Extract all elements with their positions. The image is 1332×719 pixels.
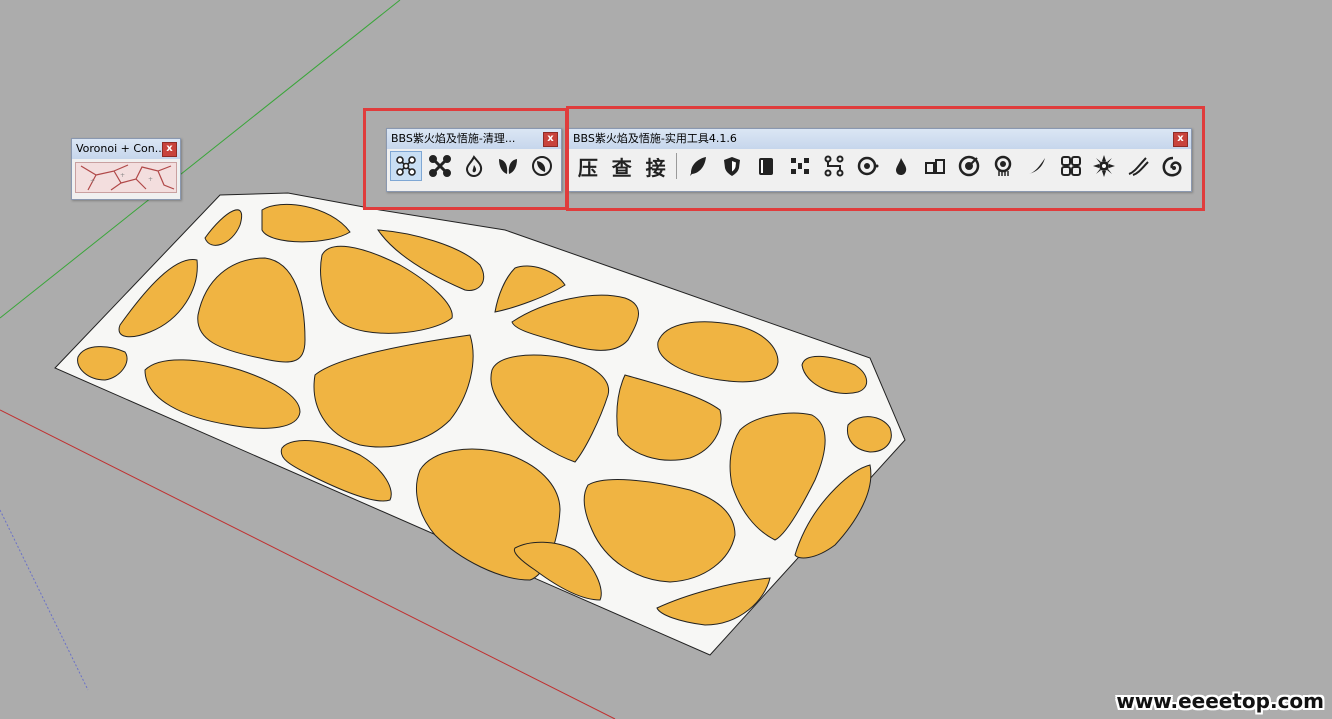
toolbar-title[interactable]: Voronoi + Con... x [72,139,180,159]
toolbar-title-text: Voronoi + Con... [76,142,166,155]
svg-text:+: + [90,178,95,185]
svg-text:+: + [120,172,125,179]
voronoi-pattern-button[interactable]: + + + [75,162,177,193]
voronoi-panel[interactable] [54,192,906,656]
voronoi-pattern-icon: + + + [80,164,175,191]
cleanup-highlight-box [363,108,568,210]
watermark: www.eeeetop.com [1116,689,1324,713]
svg-text:+: + [148,176,153,183]
blue-axis [0,509,89,691]
voronoi-toolbar[interactable]: Voronoi + Con... x + + + [71,138,181,200]
close-icon[interactable]: x [162,142,177,157]
utility-highlight-box [566,106,1205,211]
